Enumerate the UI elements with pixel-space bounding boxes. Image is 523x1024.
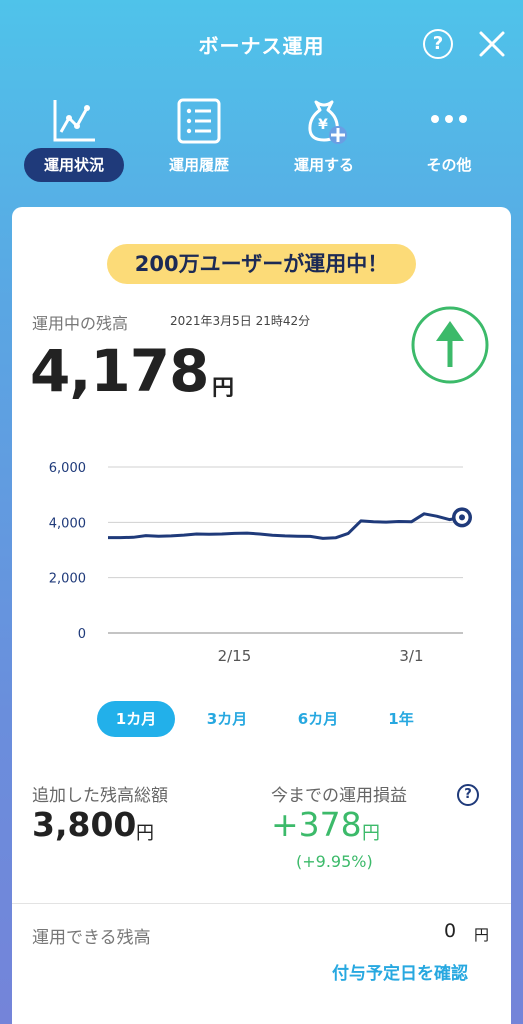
data-point bbox=[183, 534, 185, 536]
tab-status-pill[interactable]: 運用状況 bbox=[14, 90, 134, 190]
data-point bbox=[132, 536, 134, 538]
list-icon bbox=[177, 98, 221, 144]
data-point bbox=[107, 537, 109, 539]
period-1y[interactable]: 1年 bbox=[368, 701, 434, 737]
added-unit: 円 bbox=[136, 823, 154, 844]
data-point bbox=[448, 519, 450, 521]
data-point bbox=[385, 521, 387, 523]
more-icon bbox=[431, 115, 467, 123]
data-point bbox=[233, 532, 235, 534]
data-point bbox=[322, 537, 324, 539]
data-point bbox=[423, 513, 425, 515]
money-bag-plus-icon: ¥ bbox=[308, 100, 347, 144]
tab-more-label: その他 bbox=[426, 156, 472, 174]
y-tick-label: 4,000 bbox=[49, 516, 86, 531]
y-tick-label: 2,000 bbox=[49, 572, 86, 587]
tab-status-active-label: 運用状況 bbox=[24, 148, 124, 182]
added-label: 追加した残高総額 bbox=[32, 786, 168, 806]
data-point bbox=[335, 537, 337, 539]
data-point bbox=[297, 535, 299, 537]
data-point bbox=[410, 521, 412, 523]
balance-value: 4,178 bbox=[30, 337, 209, 405]
balance-timestamp: 2021年3月5日 21時42分 bbox=[170, 314, 311, 328]
data-point bbox=[373, 521, 375, 523]
svg-text:¥: ¥ bbox=[318, 117, 328, 133]
period-6m[interactable]: 6カ月 bbox=[279, 701, 357, 737]
tab-history-label: 運用履歴 bbox=[168, 156, 229, 174]
data-point bbox=[196, 533, 198, 535]
tab-invest[interactable]: ¥ 運用する bbox=[264, 90, 384, 190]
data-point bbox=[170, 535, 172, 537]
data-point bbox=[221, 533, 223, 535]
data-point bbox=[120, 537, 122, 539]
data-point bbox=[145, 535, 147, 537]
last-point-dot bbox=[459, 514, 465, 521]
balance-chart: 6,000 4,000 2,000 0 2/15 3/1 bbox=[49, 461, 472, 665]
tab-invest-label: 運用する bbox=[293, 156, 354, 174]
data-point bbox=[259, 533, 261, 535]
tab-more[interactable]: その他 bbox=[389, 90, 509, 190]
data-point bbox=[284, 535, 286, 537]
x-tick-label: 2/15 bbox=[218, 647, 252, 665]
data-point bbox=[271, 534, 273, 536]
y-tick-label: 6,000 bbox=[49, 461, 86, 476]
period-3m[interactable]: 3カ月 bbox=[188, 701, 266, 737]
available-unit: 円 bbox=[474, 926, 490, 944]
data-point bbox=[309, 535, 311, 537]
profit-unit: 円 bbox=[362, 823, 380, 844]
users-banner: 200万ユーザーが運用中！ bbox=[107, 244, 416, 284]
data-point bbox=[398, 521, 400, 523]
data-point bbox=[360, 520, 362, 522]
data-point bbox=[246, 532, 248, 534]
profit-percent: (+9.95%) bbox=[296, 852, 373, 871]
profit-value: +378 bbox=[271, 805, 362, 844]
x-tick-label: 3/1 bbox=[399, 647, 423, 665]
arrow-up-icon[interactable] bbox=[410, 305, 490, 385]
y-tick-label: 0 bbox=[78, 627, 86, 642]
period-1m[interactable]: 1カ月 bbox=[97, 701, 175, 737]
data-point bbox=[347, 532, 349, 534]
available-value: 0 bbox=[444, 920, 457, 942]
help-button[interactable]: ? bbox=[423, 29, 453, 59]
available-label: 運用できる残高 bbox=[32, 928, 151, 948]
profit-label: 今までの運用損益 bbox=[271, 786, 407, 806]
main-card: 200万ユーザーが運用中！ 運用中の残高 2021年3月5日 21時42分 4,… bbox=[12, 207, 511, 1024]
balance-unit: 円 bbox=[212, 376, 235, 401]
header: ボーナス運用 ? bbox=[0, 0, 523, 90]
balance-label: 運用中の残高 bbox=[32, 314, 129, 333]
check-schedule-link[interactable]: 付与予定日を確認 bbox=[332, 959, 468, 984]
data-point bbox=[208, 533, 210, 535]
close-icon[interactable] bbox=[476, 28, 508, 60]
data-point bbox=[436, 515, 438, 517]
tab-bar: 運用状況 運用状況 運用履歴 ¥ 運用する その他 bbox=[0, 90, 523, 190]
series-line bbox=[108, 512, 463, 540]
data-point bbox=[158, 535, 160, 537]
tab-history[interactable]: 運用履歴 bbox=[139, 90, 259, 190]
divider bbox=[12, 903, 511, 904]
added-value: 3,800 bbox=[32, 805, 137, 844]
profit-help-icon[interactable]: ? bbox=[457, 784, 479, 806]
